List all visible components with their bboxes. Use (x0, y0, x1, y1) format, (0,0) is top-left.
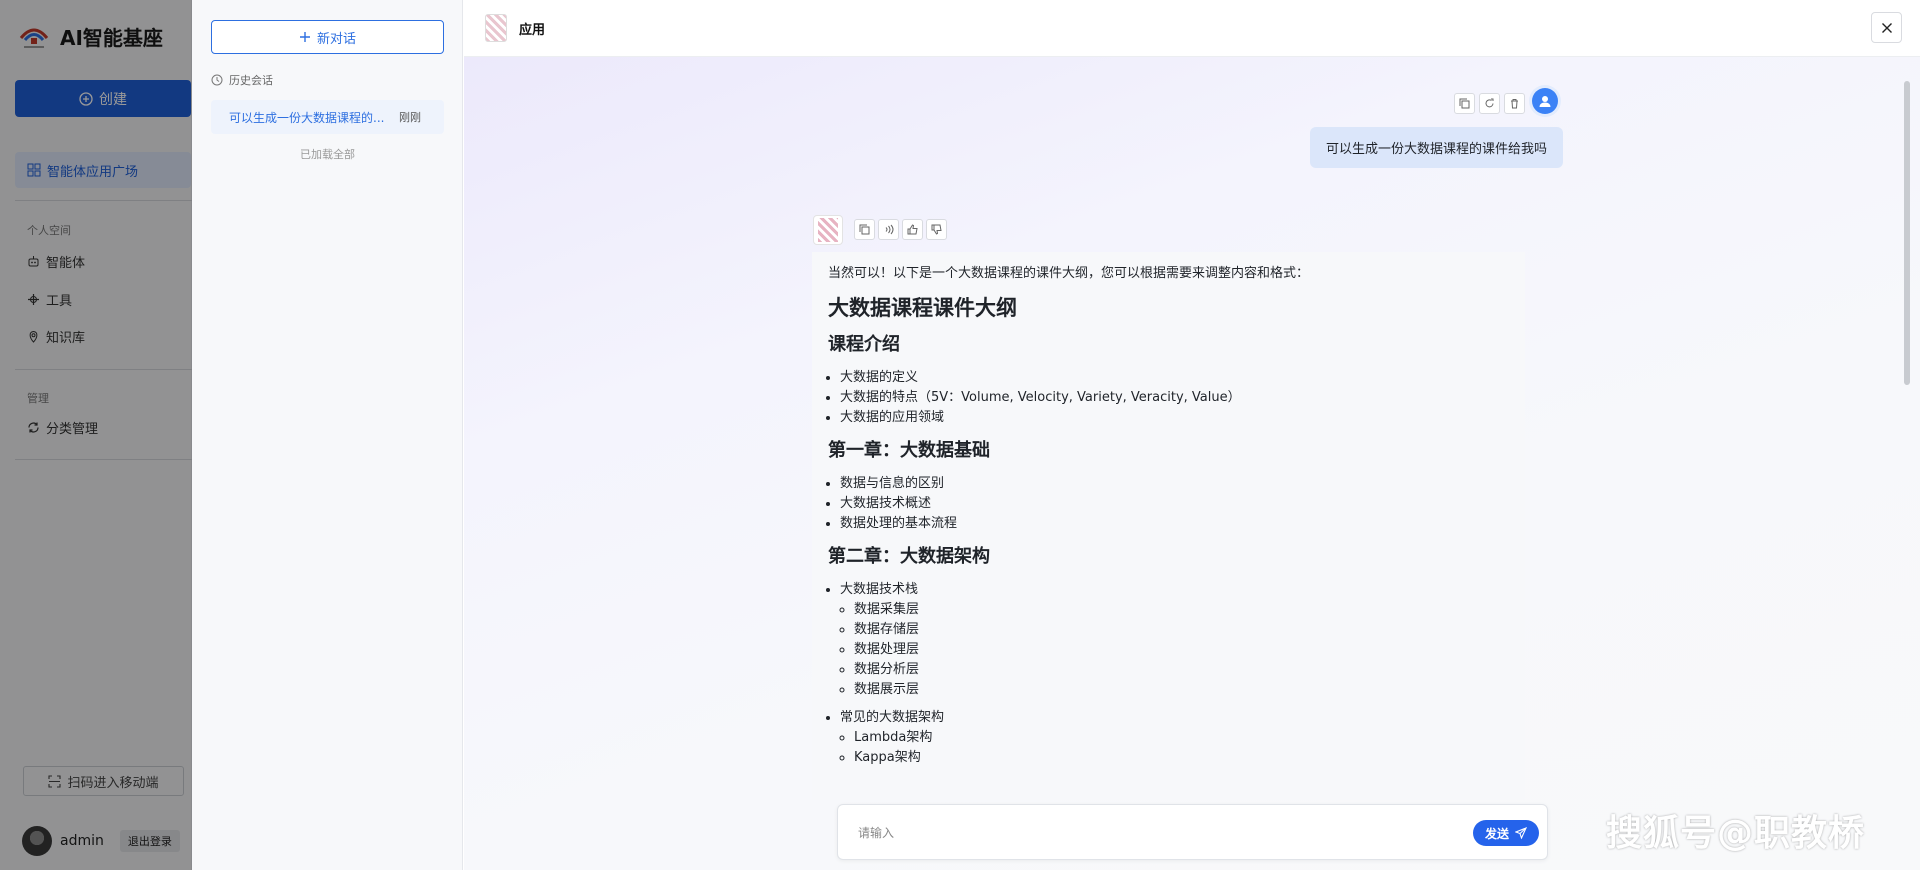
send-label: 发送 (1484, 826, 1509, 841)
close-button[interactable] (1871, 12, 1902, 43)
history-panel: 新对话 历史会话 可以生成一份大数据课程的... 刚刚 已加载全部 (192, 0, 463, 870)
copy-icon (1459, 98, 1470, 109)
answer-section-title: 第一章：大数据基础 (828, 440, 990, 461)
list-item-text: 常见的大数据架构 (840, 710, 945, 725)
send-icon (1515, 827, 1527, 839)
watermark: 搜狐号@职教桥 (1606, 813, 1866, 854)
close-icon (1881, 22, 1892, 33)
copy-icon (859, 224, 870, 235)
answer-list: 大数据的定义 大数据的特点（5V：Volume, Velocity, Varie… (828, 368, 1509, 428)
history-label-text: 历史会话 (229, 74, 273, 87)
answer-section-title: 第二章：大数据架构 (828, 546, 990, 567)
bot-avatar (813, 215, 843, 245)
copy-button[interactable] (854, 219, 875, 240)
list-item: 数据处理层 (854, 640, 1509, 660)
regenerate-button[interactable] (1479, 93, 1500, 114)
bot-answer: 当然可以！以下是一个大数据课程的课件大纲，您可以根据需要来调整内容和格式： 大数… (812, 252, 1525, 800)
list-item: 大数据技术概述 (840, 494, 1509, 514)
list-item-text: 大数据技术栈 (840, 582, 919, 597)
answer-title: 大数据课程课件大纲 (828, 296, 1017, 320)
answer-intro: 当然可以！以下是一个大数据课程的课件大纲，您可以根据需要来调整内容和格式： (828, 266, 1310, 281)
history-item[interactable]: 可以生成一份大数据课程的... 刚刚 (211, 100, 444, 134)
trash-icon (1511, 99, 1518, 109)
history-item-title: 可以生成一份大数据课程的... (229, 110, 385, 125)
answer-list: 大数据技术栈 数据采集层 数据存储层 数据处理层 数据分析层 数据展示层 常见的… (828, 580, 1509, 768)
sub-list: 数据采集层 数据存储层 数据处理层 数据分析层 数据展示层 (840, 600, 1509, 700)
thumbs-up-icon (907, 224, 918, 235)
loaded-all-text: 已加载全部 (300, 148, 355, 161)
refresh-icon (1485, 98, 1494, 108)
chat-header: 应用 (464, 0, 1920, 57)
copy-button[interactable] (1454, 93, 1475, 114)
sub-list: Lambda架构 Kappa架构 (840, 728, 1509, 768)
list-item: 大数据技术栈 数据采集层 数据存储层 数据处理层 数据分析层 数据展示层 (840, 580, 1509, 700)
list-item: 数据展示层 (854, 680, 1509, 700)
user-message-actions (1454, 93, 1525, 114)
message-input[interactable] (858, 823, 1438, 843)
delete-button[interactable] (1504, 93, 1525, 114)
list-item: 大数据的特点（5V：Volume, Velocity, Variety, Ver… (840, 388, 1509, 408)
app-icon (485, 14, 507, 42)
list-item: 常见的大数据架构 Lambda架构 Kappa架构 (840, 708, 1509, 768)
list-item: 大数据的定义 (840, 368, 1509, 388)
history-section-label: 历史会话 (211, 72, 273, 88)
message-input-box: 发送 (837, 804, 1548, 860)
list-item: 数据与信息的区别 (840, 474, 1509, 494)
clock-icon (211, 74, 223, 86)
list-item: 数据分析层 (854, 660, 1509, 680)
user-message-bubble: 可以生成一份大数据课程的课件给我吗 (1310, 127, 1563, 168)
new-chat-label: 新对话 (316, 31, 356, 47)
list-item: 大数据的应用领域 (840, 408, 1509, 428)
list-item: Lambda架构 (854, 728, 1509, 748)
new-chat-button[interactable]: 新对话 (211, 20, 444, 54)
scrollbar[interactable] (1904, 81, 1910, 385)
speaker-icon (885, 224, 894, 235)
list-item: 数据采集层 (854, 600, 1509, 620)
list-item: 数据处理的基本流程 (840, 514, 1509, 534)
like-button[interactable] (902, 219, 923, 240)
dislike-button[interactable] (926, 219, 947, 240)
app-title: 应用 (519, 22, 546, 38)
thumbs-down-icon (931, 224, 942, 235)
user-avatar-icon (1532, 88, 1558, 114)
answer-section-title: 课程介绍 (828, 334, 900, 355)
bot-message-actions (854, 219, 947, 240)
list-item: 数据存储层 (854, 620, 1509, 640)
send-button[interactable]: 发送 (1473, 820, 1539, 846)
list-item: Kappa架构 (854, 748, 1509, 768)
read-aloud-button[interactable] (878, 219, 899, 240)
user-icon (1539, 96, 1551, 107)
plus-icon (299, 32, 310, 42)
history-item-time: 刚刚 (399, 111, 421, 124)
answer-list: 数据与信息的区别 大数据技术概述 数据处理的基本流程 (828, 474, 1509, 534)
